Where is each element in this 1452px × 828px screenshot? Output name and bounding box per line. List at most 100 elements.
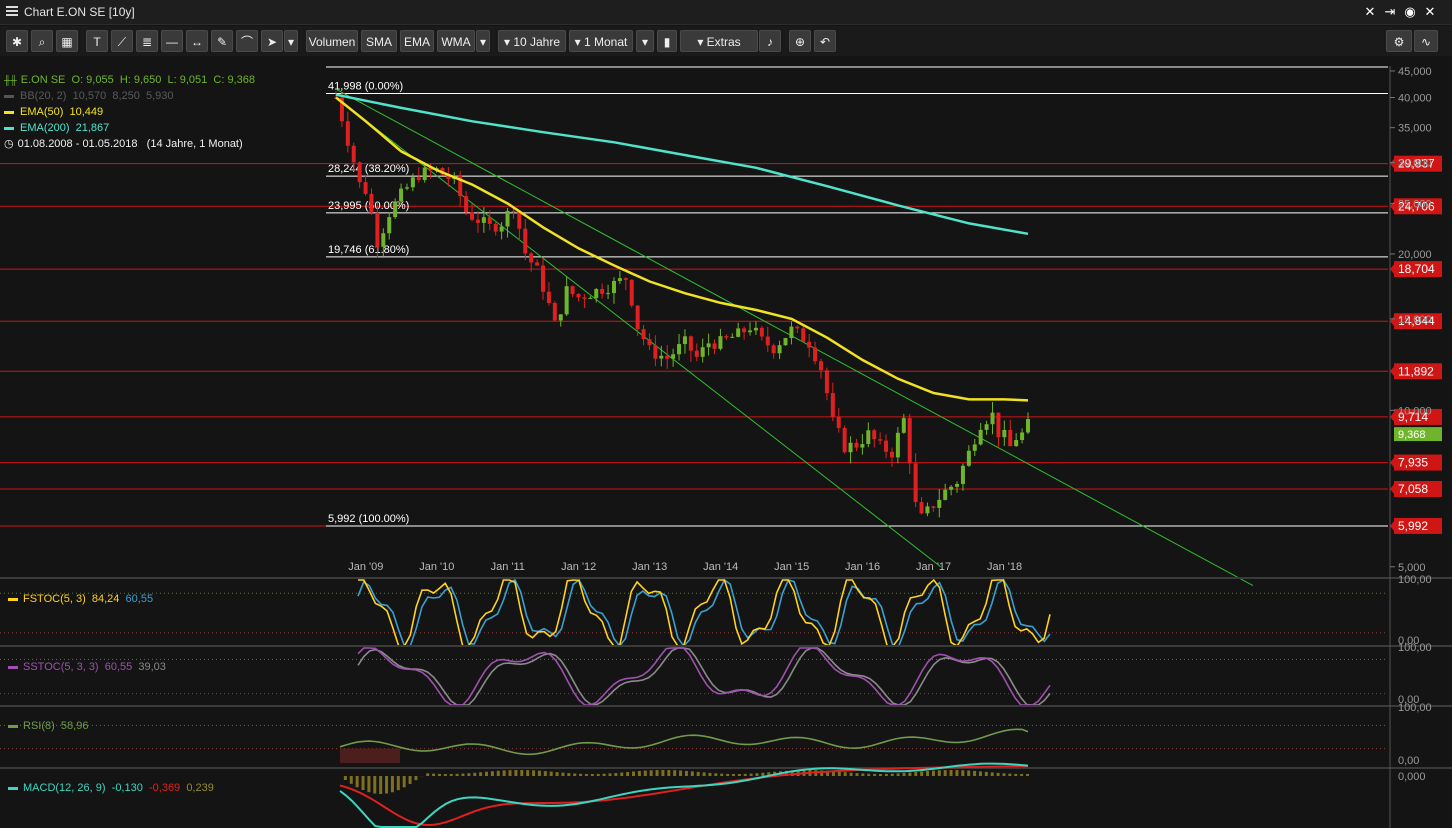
macd-label[interactable]: MACD(12, 26, 9) -0,130 -0,369 0,239 (8, 776, 214, 800)
candle-body (984, 424, 989, 430)
macd-histogram-bar (731, 773, 735, 776)
macd-histogram-bar (902, 772, 906, 776)
y-tick-label: 5,000 (1398, 562, 1426, 574)
macd-histogram-bar (849, 772, 853, 776)
instrument-name: E.ON SE (20, 74, 66, 86)
macd-histogram-bar (649, 770, 653, 776)
ema50-values: EMA(50) 10,449 (20, 106, 104, 118)
macd-histogram-bar (579, 773, 583, 776)
candle-body (996, 412, 1001, 438)
macd-histogram-bar (855, 773, 859, 776)
rsi-label[interactable]: RSI(8) 58,96 (8, 714, 88, 738)
candle-body (724, 336, 729, 338)
legend-bb[interactable]: BB(20, 2) 10,570 8,250 5,930 (4, 88, 255, 104)
fib-label: 5,992 (100.00%) (328, 513, 409, 525)
sstoc-d-line (357, 647, 1051, 706)
candle-body (866, 430, 871, 445)
macd-histogram-bar (1014, 773, 1018, 776)
support-badge-arrow (1390, 200, 1395, 213)
legend-ema50[interactable]: EMA(50) 10,449 (4, 104, 255, 120)
candle-body (783, 338, 788, 346)
candle-body (564, 286, 569, 315)
candle-body (848, 442, 853, 453)
candle-body (552, 302, 557, 321)
candle-body (481, 217, 486, 223)
macd-histogram-bar (1020, 773, 1024, 776)
sstoc-k-line (357, 647, 1051, 706)
support-label: 11,892 (1398, 364, 1434, 378)
rsi-swatch (8, 724, 18, 728)
candle-body (688, 336, 693, 351)
macd-histogram-bar (720, 773, 724, 776)
macd-histogram-bar (373, 776, 377, 794)
macd-line (339, 762, 1029, 828)
candle-body (535, 262, 540, 266)
macd-histogram-bar (608, 773, 612, 776)
macd-histogram-bar (432, 773, 436, 776)
fstoc-label[interactable]: FSTOC(5, 3) 84,24 60,55 (8, 587, 153, 611)
sstoc-swatch (8, 665, 18, 669)
candle-body (404, 187, 409, 189)
macd-histogram-bar (426, 773, 430, 776)
macd-histogram-bar (702, 772, 706, 776)
macd-histogram-bar (1008, 773, 1012, 776)
candle-body (842, 427, 847, 453)
candle-body (907, 418, 912, 464)
rsi-panel: 100,00 0,00 (0, 702, 1452, 767)
macd-histogram-bar (726, 773, 730, 776)
sstoc-label[interactable]: SSTOC(5, 3, 3) 60,55 39,03 (8, 655, 166, 679)
macd-histogram-bar (943, 770, 947, 776)
candle-body (795, 326, 800, 329)
x-tick-label: Jan '10 (419, 561, 454, 573)
macd-histogram-bar (661, 770, 665, 776)
candle-body (1008, 429, 1013, 447)
candle-body (387, 217, 392, 234)
candle-body (375, 212, 380, 247)
candle-body (363, 182, 368, 194)
macd-histogram-bar (679, 770, 683, 776)
macd-histogram-bar (349, 776, 353, 784)
macd-histogram-bar (996, 772, 1000, 776)
candle-body (771, 345, 776, 354)
macd-histogram-bar (485, 771, 489, 776)
macd-histogram-bar (590, 773, 594, 776)
candle-body (523, 228, 528, 254)
macd-histogram-bar (473, 772, 477, 776)
x-tick-label: Jan '16 (845, 561, 880, 573)
x-tick-label: Jan '12 (561, 561, 596, 573)
y-tick-label: 10,000 (1398, 405, 1432, 417)
macd-histogram-bar (537, 770, 541, 776)
candle-body (931, 506, 936, 508)
fstoc-d-value: 60,55 (125, 593, 154, 605)
macd-histogram-bar (614, 772, 618, 776)
candle-body (872, 430, 877, 440)
clock-icon: ◷ (4, 138, 14, 150)
candle-body (381, 233, 386, 247)
macd-histogram-bar (461, 773, 465, 776)
macd-histogram-bar (867, 773, 871, 776)
candle-body (541, 265, 546, 292)
macd-histogram-bar (561, 772, 565, 776)
macd-histogram-bar (761, 772, 765, 776)
y-tick-label: 15,000 (1398, 314, 1432, 326)
macd-histogram-bar (367, 776, 371, 793)
macd-histogram-bar (385, 776, 389, 794)
macd-histogram-bar (708, 772, 712, 776)
macd-histogram-bar (690, 771, 694, 776)
candle-body (623, 278, 628, 280)
macd-histogram-bar (543, 771, 547, 776)
macd-hist-value: 0,239 (186, 782, 214, 794)
candle-body (647, 339, 652, 346)
macd-histogram-bar (402, 776, 406, 788)
rsi-name: RSI(8) (23, 720, 55, 732)
candle-body (529, 253, 534, 263)
macd-histogram-bar (684, 770, 688, 776)
legend-ema200[interactable]: EMA(200) 21,867 (4, 120, 255, 136)
candle-body (1002, 429, 1007, 438)
macd-histogram-bar (673, 770, 677, 776)
fstoc-y-tick-label: 100,00 (1398, 574, 1432, 586)
y-tick-label: 45,000 (1398, 66, 1432, 78)
macd-histogram-bar (878, 773, 882, 776)
support-badge-arrow (1390, 365, 1395, 378)
x-tick-label: Jan '14 (703, 561, 738, 573)
